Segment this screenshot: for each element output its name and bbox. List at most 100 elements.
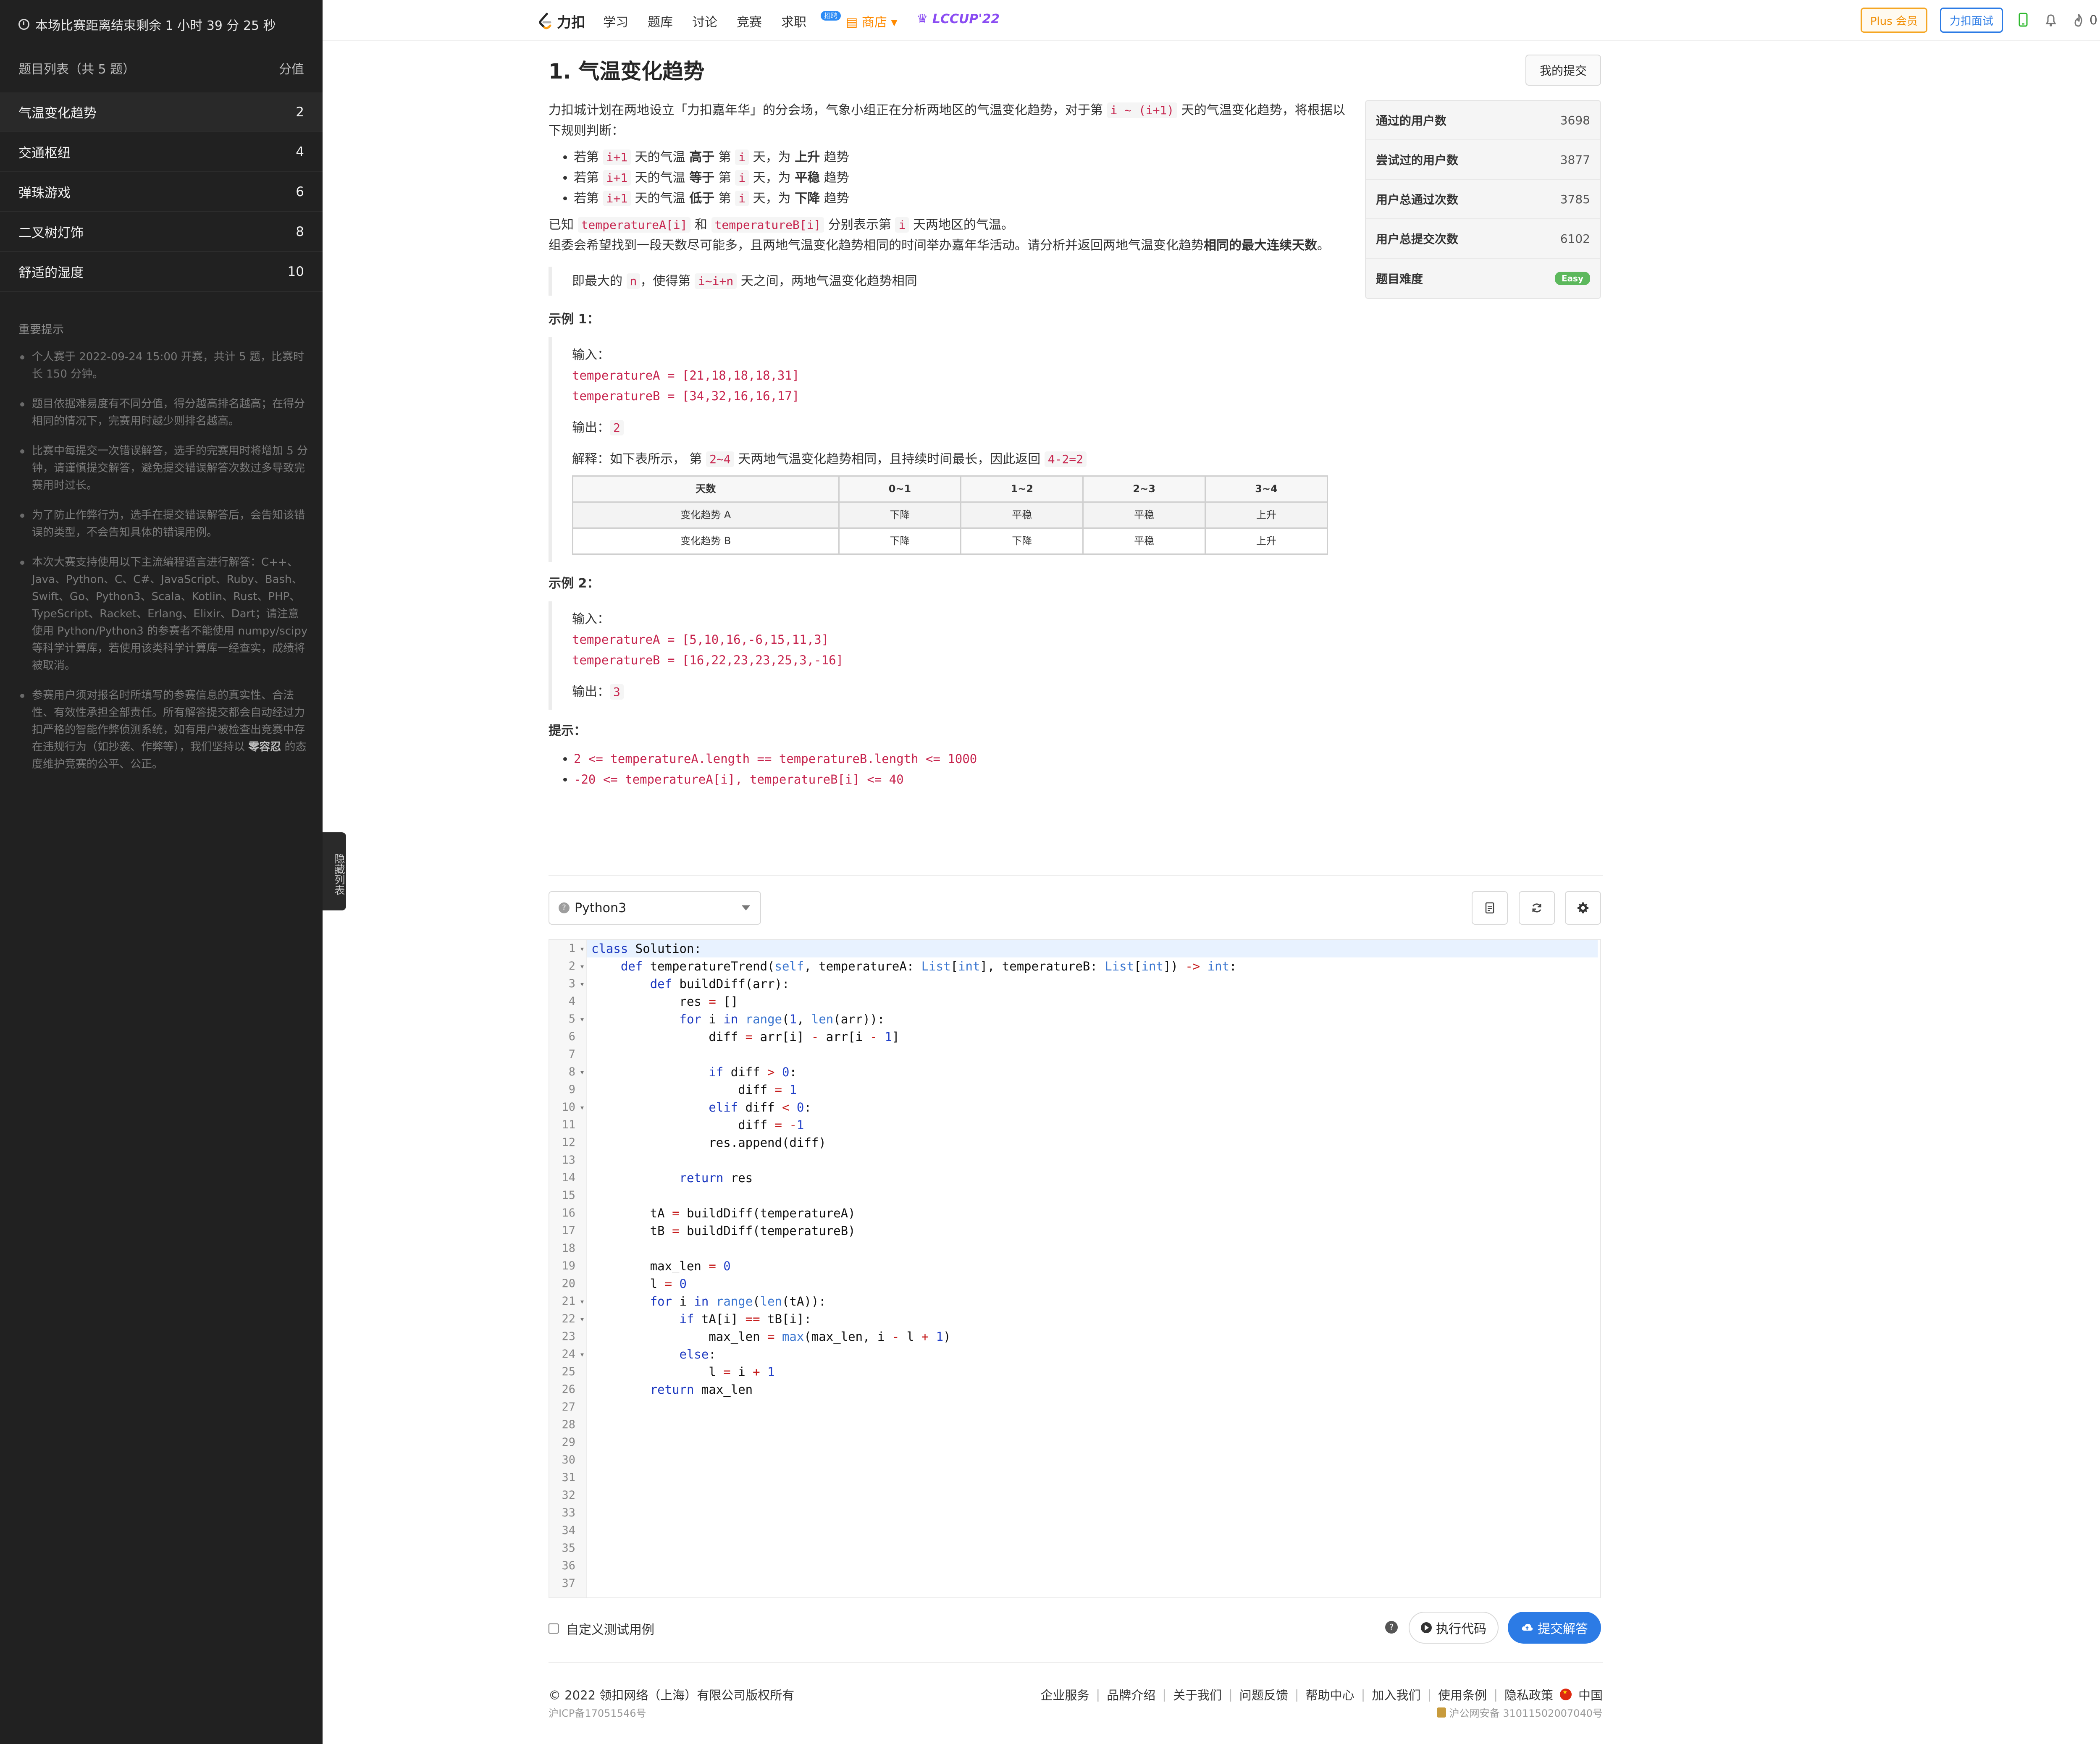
- code-line[interactable]: l = 0: [591, 1275, 1598, 1293]
- footer-link[interactable]: 使用条例: [1438, 1686, 1487, 1703]
- code-line[interactable]: if diff > 0:: [591, 1063, 1598, 1081]
- plus-member-button[interactable]: Plus 会员: [1860, 8, 1927, 33]
- code-line[interactable]: [591, 1240, 1598, 1257]
- code-line[interactable]: [591, 1046, 1598, 1063]
- code-line[interactable]: return res: [591, 1169, 1598, 1187]
- code-line[interactable]: else:: [591, 1345, 1598, 1363]
- separator: |: [1494, 1687, 1498, 1702]
- code-line[interactable]: for i in range(len(tA)):: [591, 1293, 1598, 1310]
- code-line[interactable]: [591, 1487, 1598, 1504]
- stat-row: 用户总通过次数 3785: [1366, 180, 1600, 219]
- code-line[interactable]: [591, 1416, 1598, 1434]
- custom-testcase-toggle[interactable]: 自定义测试用例: [549, 1619, 654, 1638]
- problem-item-4[interactable]: 二叉树灯饰 8: [0, 212, 323, 252]
- problem-item-1[interactable]: 气温变化趋势 2: [0, 92, 323, 132]
- code-line[interactable]: tB = buildDiff(temperatureB): [591, 1222, 1598, 1240]
- reset-code-button[interactable]: [1519, 891, 1555, 925]
- interview-button[interactable]: 力扣面试: [1940, 8, 2003, 33]
- code-line[interactable]: elif diff < 0:: [591, 1099, 1598, 1116]
- footer-link[interactable]: 帮助中心: [1306, 1686, 1354, 1703]
- notes-button[interactable]: [1472, 891, 1508, 925]
- explain-line: 解释：如下表所示， 第 2~4 天两地气温变化趋势相同，且持续时间最长，因此返回…: [572, 449, 1351, 469]
- code-line[interactable]: [591, 1434, 1598, 1451]
- my-submissions-button[interactable]: 我的提交: [1525, 55, 1601, 86]
- code-line[interactable]: [591, 1451, 1598, 1469]
- code-line[interactable]: [591, 1575, 1598, 1592]
- language-select[interactable]: ? Python3: [549, 891, 761, 925]
- table-header: 0~1: [838, 475, 962, 503]
- code-line[interactable]: def buildDiff(arr):: [591, 975, 1598, 993]
- code-line[interactable]: [591, 1187, 1598, 1204]
- line-number: 33: [562, 1506, 575, 1519]
- code-line[interactable]: res.append(diff): [591, 1134, 1598, 1151]
- nav-learn[interactable]: 学习: [603, 12, 628, 30]
- line-number: 5: [549, 1010, 586, 1028]
- code-line[interactable]: tA = buildDiff(temperatureA): [591, 1204, 1598, 1222]
- question-icon[interactable]: ?: [1385, 1621, 1398, 1634]
- code-line[interactable]: [591, 1539, 1598, 1557]
- run-code-button[interactable]: 执行代码: [1409, 1612, 1499, 1644]
- problem-item-2[interactable]: 交通枢纽 4: [0, 132, 323, 172]
- public-security-record[interactable]: 沪公网安备 31011502007040号: [1436, 1705, 1603, 1720]
- code-editor[interactable]: 1234567891011121314151617181920212223242…: [549, 939, 1601, 1598]
- code-content[interactable]: class Solution: def temperatureTrend(sel…: [587, 940, 1598, 1592]
- settings-button[interactable]: [1565, 891, 1601, 925]
- checkbox[interactable]: [549, 1623, 559, 1634]
- footer-link[interactable]: 问题反馈: [1239, 1686, 1288, 1703]
- footer-link[interactable]: 隐私政策: [1504, 1686, 1553, 1703]
- code-line[interactable]: class Solution:: [587, 940, 1598, 957]
- code-line[interactable]: if tA[i] == tB[i]:: [591, 1310, 1598, 1328]
- nav-problemset[interactable]: 题库: [648, 12, 673, 30]
- line-number: 23: [562, 1330, 575, 1343]
- code-line[interactable]: for i in range(1, len(arr)):: [591, 1010, 1598, 1028]
- inline-code: temperatureA[i]: [578, 217, 691, 233]
- code-line[interactable]: res = []: [591, 993, 1598, 1010]
- constraints-list: 2 <= temperatureA.length == temperatureB…: [574, 749, 1351, 790]
- leetcode-logo[interactable]: 力扣: [538, 11, 585, 31]
- text: 若第: [574, 150, 603, 165]
- code-line[interactable]: def temperatureTrend(self, temperatureA:…: [591, 957, 1598, 975]
- footer-link[interactable]: 关于我们: [1173, 1686, 1222, 1703]
- submit-button[interactable]: 提交解答: [1508, 1612, 1601, 1644]
- streak-counter[interactable]: 0: [2071, 12, 2097, 29]
- footer-link[interactable]: 加入我们: [1372, 1686, 1420, 1703]
- nav-store[interactable]: ▤ 商店 ▾: [846, 12, 898, 30]
- region-selector[interactable]: 中国: [1578, 1686, 1603, 1703]
- code-line[interactable]: [591, 1469, 1598, 1487]
- icp-license[interactable]: 沪ICP备17051546号: [549, 1705, 646, 1720]
- submit-label: 提交解答: [1538, 1622, 1588, 1636]
- line-number: 24: [549, 1345, 586, 1363]
- nav-contest[interactable]: 竞赛: [737, 12, 762, 30]
- separator: |: [1162, 1687, 1166, 1702]
- intro-paragraph: 力扣城计划在两地设立「力扣嘉年华」的分会场，气象小组正在分析两地区的气温变化趋势…: [549, 100, 1351, 141]
- code-line[interactable]: max_len = max(max_len, i - l + 1): [591, 1328, 1598, 1345]
- code-line[interactable]: diff = -1: [591, 1116, 1598, 1134]
- chevron-down-icon: ▾: [887, 15, 898, 30]
- code-line[interactable]: [591, 1504, 1598, 1522]
- code-line[interactable]: [591, 1522, 1598, 1539]
- footer-link[interactable]: 品牌介绍: [1107, 1686, 1155, 1703]
- jobs-badge: 招聘: [821, 11, 841, 21]
- example-1-input: temperatureA = [21,18,18,18,31] temperat…: [572, 368, 800, 403]
- code-line[interactable]: [591, 1557, 1598, 1575]
- code-line[interactable]: max_len = 0: [591, 1257, 1598, 1275]
- mobile-app-icon[interactable]: [2016, 12, 2031, 29]
- bell-icon[interactable]: [2043, 12, 2058, 29]
- problem-item-label: 交通枢纽: [18, 146, 71, 161]
- code-line[interactable]: [591, 1398, 1598, 1416]
- code-line[interactable]: diff = arr[i] - arr[i - 1]: [591, 1028, 1598, 1046]
- footer-link[interactable]: 企业服务: [1040, 1686, 1089, 1703]
- problem-item-3[interactable]: 弹珠游戏 6: [0, 172, 323, 212]
- code-line[interactable]: return max_len: [591, 1381, 1598, 1398]
- file-icon: [1485, 902, 1494, 914]
- nav-lccup[interactable]: ♛ LCCUP'22: [917, 12, 1000, 30]
- line-number: 1: [549, 940, 586, 957]
- problem-item-5[interactable]: 舒适的湿度 10: [0, 252, 323, 292]
- hide-list-tab[interactable]: 隐藏列表: [323, 832, 346, 910]
- code-line[interactable]: [591, 1151, 1598, 1169]
- code-line[interactable]: l = i + 1: [591, 1363, 1598, 1381]
- nav-jobs[interactable]: 求职 招聘: [781, 11, 841, 30]
- output-label: 输出：: [572, 684, 610, 699]
- nav-discuss[interactable]: 讨论: [692, 12, 717, 30]
- code-line[interactable]: diff = 1: [591, 1081, 1598, 1099]
